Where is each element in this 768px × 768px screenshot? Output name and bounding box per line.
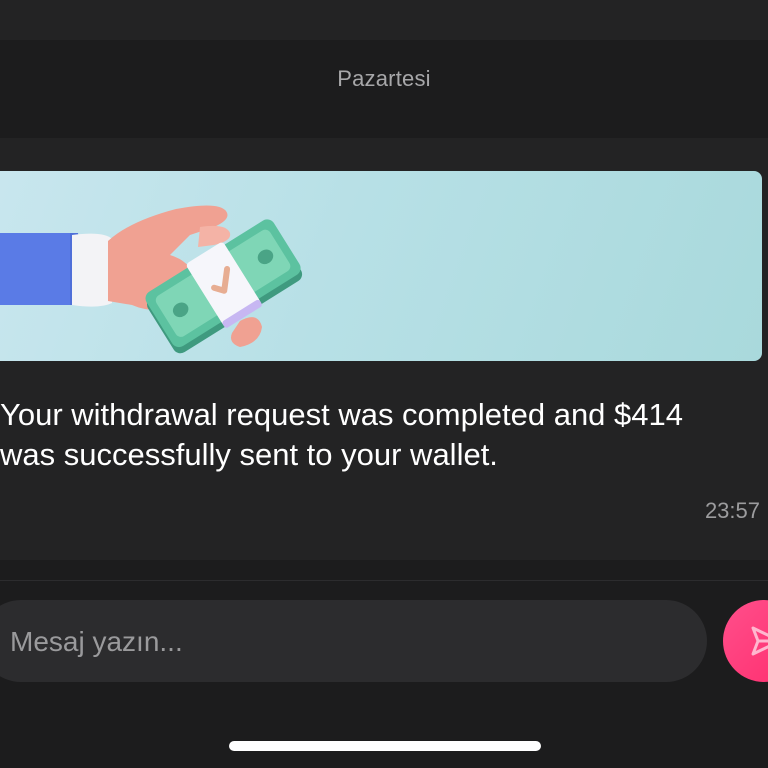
withdrawal-banner-image xyxy=(0,171,762,361)
home-indicator[interactable] xyxy=(229,741,541,751)
message-card: Your withdrawal request was completed an… xyxy=(0,138,768,560)
chat-screen: Pazartesi Your withdrawal request was co… xyxy=(0,0,768,768)
send-icon xyxy=(751,626,768,656)
top-strip xyxy=(0,0,768,40)
message-input[interactable] xyxy=(8,600,692,684)
message-text: Your withdrawal request was completed an… xyxy=(0,397,683,472)
message-timestamp: 23:57 xyxy=(704,498,760,523)
composer-divider xyxy=(0,580,768,581)
date-separator: Pazartesi xyxy=(337,66,431,91)
send-button[interactable] xyxy=(723,600,768,682)
message-input-container[interactable] xyxy=(0,600,707,684)
hand-holding-money-icon xyxy=(0,205,303,354)
